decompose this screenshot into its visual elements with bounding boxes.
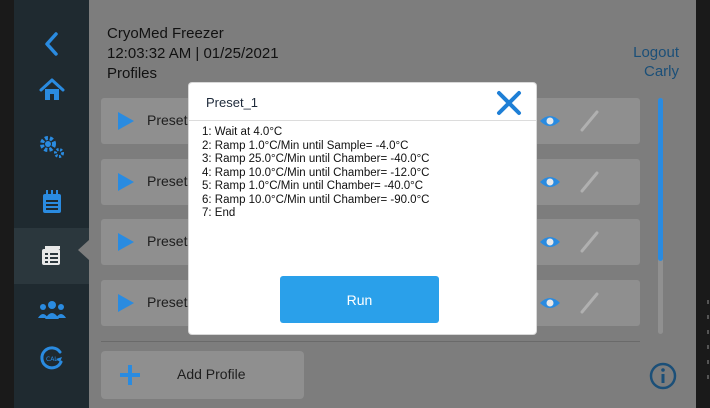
home-button[interactable] bbox=[14, 62, 89, 118]
bezel-tick bbox=[707, 300, 709, 304]
dialog-title: Preset_1 bbox=[206, 95, 259, 110]
profile-name: Preset bbox=[147, 173, 188, 189]
profile-step: 6: Ramp 10.0°C/Min until Chamber= -90.0°… bbox=[202, 193, 430, 206]
calendar-icon bbox=[42, 190, 61, 213]
profile-steps-list: 1: Wait at 4.0°C 2: Ramp 1.0°C/Min until… bbox=[202, 126, 429, 221]
view-eye-icon[interactable] bbox=[539, 234, 561, 250]
bezel-tick bbox=[707, 345, 709, 349]
info-icon[interactable] bbox=[649, 362, 677, 390]
profiles-list-icon bbox=[41, 246, 60, 265]
edit-pencil-icon[interactable] bbox=[579, 109, 601, 133]
bezel-tick bbox=[707, 375, 709, 379]
view-eye-icon[interactable] bbox=[539, 174, 561, 190]
scrollbar-thumb[interactable] bbox=[658, 98, 663, 261]
edit-pencil-icon[interactable] bbox=[579, 170, 601, 194]
profile-step: 1: Wait at 4.0°C bbox=[202, 126, 283, 138]
bezel-tick bbox=[707, 315, 709, 319]
close-icon[interactable] bbox=[494, 89, 524, 117]
users-group-icon bbox=[37, 301, 66, 319]
username: Carly bbox=[643, 63, 679, 80]
bezel-right bbox=[696, 0, 710, 408]
bezel-left bbox=[0, 0, 14, 408]
profile-name: Preset bbox=[147, 294, 188, 310]
settings-button[interactable] bbox=[14, 118, 89, 174]
profile-step: 4: Ramp 10.0°C/Min until Chamber= -12.0°… bbox=[202, 166, 430, 179]
profile-name: Preset bbox=[147, 112, 188, 128]
plus-icon bbox=[120, 365, 140, 385]
preset-detail-dialog: Preset_1 1: Wait at 4.0°C 2: Ramp 1.0°C/… bbox=[189, 83, 536, 334]
calibration-button[interactable]: CAL bbox=[14, 330, 89, 386]
dialog-divider bbox=[189, 120, 536, 121]
list-divider bbox=[101, 341, 640, 342]
edit-pencil-icon[interactable] bbox=[579, 230, 601, 254]
bezel-tick bbox=[707, 330, 709, 334]
active-indicator-notch bbox=[78, 240, 89, 260]
app-frame: CAL CryoMed Freezer 12:03:32 AM | 01/25/… bbox=[0, 0, 710, 408]
play-icon[interactable] bbox=[117, 232, 135, 252]
view-eye-icon[interactable] bbox=[539, 295, 561, 311]
logout-link[interactable]: Logout bbox=[633, 44, 679, 62]
add-profile-button[interactable]: Add Profile bbox=[101, 351, 304, 399]
profile-step: 3: Ramp 25.0°C/Min until Chamber= -40.0°… bbox=[202, 153, 430, 165]
settings-gears-icon bbox=[39, 136, 64, 158]
calibration-icon: CAL bbox=[39, 346, 62, 370]
add-profile-label: Add Profile bbox=[177, 366, 246, 382]
profile-name: Preset bbox=[147, 233, 188, 249]
page-title: Profiles bbox=[107, 65, 158, 82]
svg-text:CAL: CAL bbox=[46, 356, 58, 363]
profile-step: 7: End bbox=[202, 207, 236, 219]
calendar-button[interactable] bbox=[14, 174, 89, 230]
profile-step: 5: Ramp 1.0°C/Min until Chamber= -40.0°C bbox=[202, 180, 424, 192]
view-eye-icon[interactable] bbox=[539, 113, 561, 129]
datetime: 12:03:32 AM | 01/25/2021 bbox=[107, 45, 279, 62]
sidebar: CAL bbox=[14, 0, 89, 408]
play-icon[interactable] bbox=[117, 293, 135, 313]
play-icon[interactable] bbox=[117, 172, 135, 192]
play-icon[interactable] bbox=[117, 111, 135, 131]
home-icon bbox=[39, 78, 64, 100]
run-button[interactable]: Run bbox=[280, 276, 439, 323]
edit-pencil-icon[interactable] bbox=[579, 291, 601, 315]
app-title: CryoMed Freezer bbox=[107, 25, 224, 42]
bezel-tick bbox=[707, 360, 709, 364]
profile-step: 2: Ramp 1.0°C/Min until Sample= -4.0°C bbox=[202, 139, 409, 152]
back-chevron-icon bbox=[44, 32, 58, 56]
